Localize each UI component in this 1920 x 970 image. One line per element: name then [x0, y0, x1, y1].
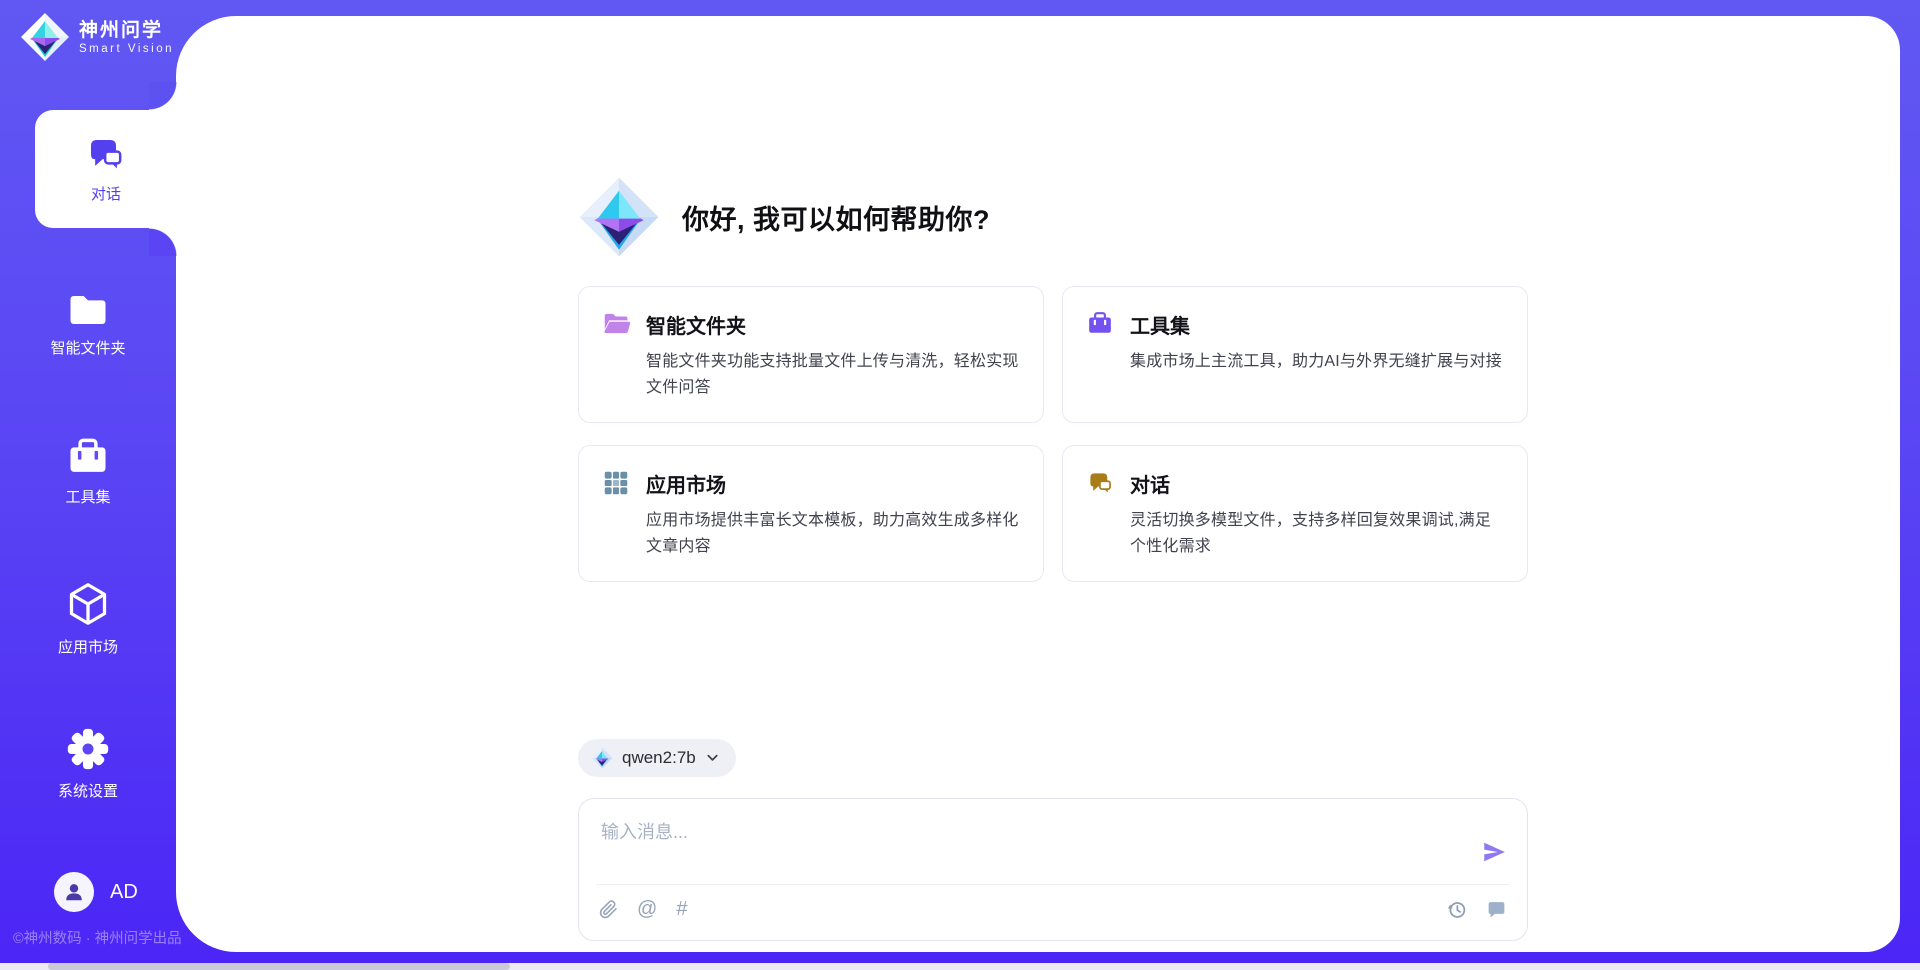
chat-history-button[interactable]	[1486, 899, 1507, 920]
user-name: AD	[110, 881, 138, 904]
sidebar-item-settings[interactable]: 系统设置	[0, 727, 176, 801]
chat-bubbles-icon	[1087, 470, 1114, 497]
cube-icon	[66, 581, 110, 627]
send-button[interactable]	[1481, 839, 1507, 868]
folder-icon	[67, 292, 109, 328]
card-description: 智能文件夹功能支持批量文件上传与清洗，轻松实现文件问答	[646, 349, 1019, 401]
folder-open-icon	[603, 311, 631, 335]
chevron-down-icon	[705, 750, 720, 765]
card-smart-folder[interactable]: 智能文件夹 智能文件夹功能支持批量文件上传与清洗，轻松实现文件问答	[578, 286, 1044, 423]
sidebar-item-smart-folder[interactable]: 智能文件夹	[0, 292, 176, 358]
sidebar-item-label: 工具集	[65, 486, 110, 507]
card-description: 灵活切换多模型文件，支持多样回复效果调试,满足个性化需求	[1130, 508, 1503, 560]
horizontal-scrollbar	[0, 963, 1920, 970]
message-composer: @ #	[578, 798, 1528, 941]
brand-subtitle: Smart Vision	[79, 43, 174, 55]
feature-cards: 智能文件夹 智能文件夹功能支持批量文件上传与清洗，轻松实现文件问答 工具集 集成…	[578, 286, 1528, 582]
sidebar-item-chat[interactable]: 对话	[35, 110, 177, 228]
card-title: 智能文件夹	[646, 310, 1019, 339]
brand-gem-icon	[20, 12, 70, 62]
gear-icon	[66, 727, 110, 771]
mention-button[interactable]: @	[637, 898, 657, 921]
model-gem-icon	[591, 747, 613, 769]
paperclip-icon	[599, 900, 618, 919]
history-clock-icon	[1446, 899, 1467, 920]
card-description: 应用市场提供丰富长文本模板，助力高效生成多样化文章内容	[646, 508, 1019, 560]
card-title: 对话	[1130, 469, 1503, 498]
sidebar-item-app-market[interactable]: 应用市场	[0, 581, 176, 657]
composer-toolbar: @ #	[596, 884, 1510, 934]
briefcase-icon	[1087, 311, 1113, 336]
card-chat[interactable]: 对话 灵活切换多模型文件，支持多样回复效果调试,满足个性化需求	[1062, 445, 1528, 582]
greeting-block: 你好, 我可以如何帮助你?	[578, 176, 1528, 258]
sidebar-item-label: 智能文件夹	[50, 337, 125, 358]
scrollbar-thumb[interactable]	[48, 963, 510, 970]
chat-bubbles-icon	[86, 135, 126, 175]
avatar	[54, 872, 94, 912]
person-icon	[63, 881, 85, 903]
send-icon	[1481, 839, 1507, 865]
card-toolbox[interactable]: 工具集 集成市场上主流工具，助力AI与外界无缝扩展与对接	[1062, 286, 1528, 423]
assistant-gem-icon	[578, 176, 660, 258]
card-title: 工具集	[1130, 310, 1502, 339]
topic-button[interactable]: #	[676, 898, 687, 921]
copyright-footer: ©神州数码 · 神州问学出品	[13, 927, 182, 948]
card-app-market[interactable]: 应用市场 应用市场提供丰富长文本模板，助力高效生成多样化文章内容	[578, 445, 1044, 582]
user-account[interactable]: AD	[54, 872, 138, 912]
sidebar-item-toolbox[interactable]: 工具集	[0, 437, 176, 507]
chat-bubble-icon	[1486, 899, 1507, 920]
attach-button[interactable]	[599, 900, 618, 919]
tab-fillet-top	[149, 82, 177, 110]
main-content: 你好, 我可以如何帮助你? 智能文件夹 智能文件夹功能支持批量文件上传与清洗，轻…	[176, 16, 1900, 952]
brand-name: 神州问学	[79, 19, 174, 43]
tab-fillet-bottom	[149, 228, 177, 256]
greeting-title: 你好, 我可以如何帮助你?	[682, 198, 990, 237]
grid-icon	[603, 470, 629, 496]
model-name: qwen2:7b	[622, 748, 696, 768]
model-selector[interactable]: qwen2:7b	[578, 739, 736, 777]
hash-icon: #	[676, 898, 687, 921]
history-button[interactable]	[1446, 899, 1467, 920]
card-title: 应用市场	[646, 469, 1019, 498]
message-input[interactable]	[579, 799, 1527, 857]
card-description: 集成市场上主流工具，助力AI与外界无缝扩展与对接	[1130, 349, 1502, 375]
sidebar-item-label: 系统设置	[58, 780, 118, 801]
app-logo[interactable]: 神州问学 Smart Vision	[20, 12, 174, 62]
sidebar-item-label: 对话	[91, 183, 121, 204]
sidebar-item-label: 应用市场	[58, 636, 118, 657]
at-icon: @	[637, 898, 657, 921]
toolbox-icon	[67, 437, 109, 477]
